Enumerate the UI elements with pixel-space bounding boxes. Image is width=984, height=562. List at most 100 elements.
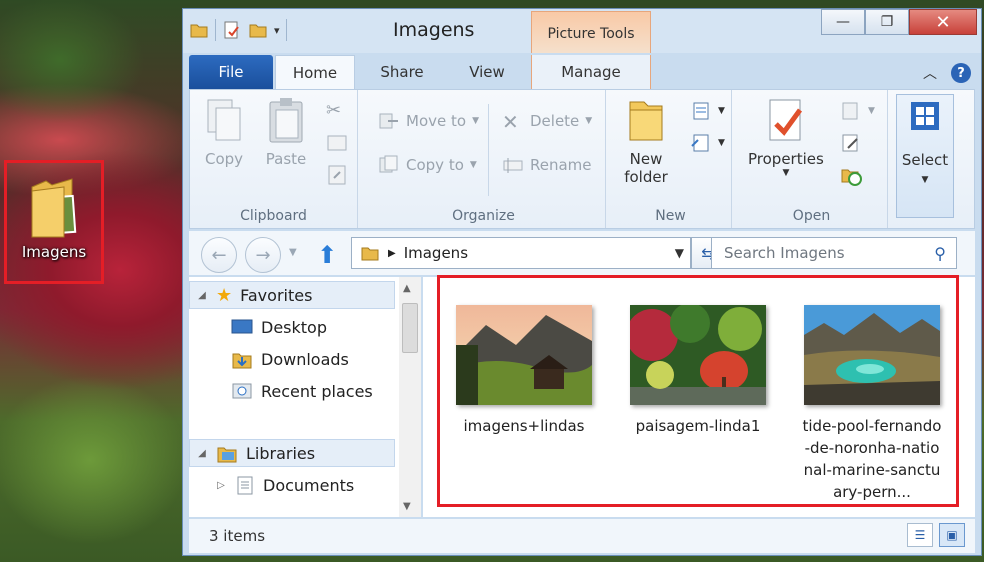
history-button[interactable]	[840, 164, 862, 186]
details-view-button[interactable]: ☰	[907, 523, 933, 547]
history-icon	[841, 169, 862, 186]
delete-button[interactable]: ✕ Delete ▼	[502, 110, 593, 134]
group-label-organize: Organize	[452, 208, 515, 224]
documents-icon	[237, 476, 253, 495]
nav-favorites[interactable]: ◢ ★ Favorites	[189, 281, 395, 309]
minimize-ribbon-chevron-icon[interactable]: ︿	[923, 63, 937, 83]
new-folder-button[interactable]: New folder	[624, 96, 668, 186]
desktop-folder-imagens[interactable]: Imagens	[4, 160, 104, 284]
copy-label: Copy	[204, 150, 244, 168]
large-icons-view-icon: ▣	[946, 528, 958, 542]
nav-desktop[interactable]: Desktop	[231, 313, 327, 341]
folder-icon[interactable]	[189, 20, 209, 40]
scroll-up-icon[interactable]: ▲	[403, 283, 411, 294]
rename-button[interactable]: Rename	[502, 154, 592, 176]
select-grid-icon	[911, 102, 939, 130]
tab-home[interactable]: Home	[275, 55, 355, 89]
address-dropdown-chevron-icon[interactable]: ▼	[675, 246, 684, 260]
collapse-triangle-icon[interactable]: ◢	[196, 290, 208, 301]
new-folder-label-line2: folder	[624, 168, 668, 186]
minimize-button[interactable]: —	[821, 9, 865, 35]
customize-toolbar-chevron-icon[interactable]: ▾	[274, 24, 280, 37]
nav-documents[interactable]: ▷ Documents	[215, 471, 354, 499]
tab-manage[interactable]: Manage	[531, 55, 651, 89]
properties-icon[interactable]	[222, 20, 242, 40]
nav-favorites-label: Favorites	[240, 285, 313, 305]
easy-access-button[interactable]: ▼	[690, 132, 725, 154]
desktop-icon	[231, 319, 253, 334]
paste-shortcut-button[interactable]	[326, 164, 348, 186]
move-to-label: Move to	[406, 112, 467, 130]
address-row: ← → ▼ ⬆ ▶ Imagens ▼ ⇆ Search Imagens ⚲	[189, 231, 975, 275]
scroll-thumb[interactable]	[402, 303, 418, 353]
item-count: 3 items	[209, 527, 266, 545]
highlight-box	[437, 275, 959, 507]
new-folder-label-line1: New	[629, 150, 663, 168]
expand-triangle-icon[interactable]: ▷	[215, 480, 227, 491]
tab-share[interactable]: Share	[369, 55, 435, 89]
collapse-triangle-icon[interactable]: ◢	[196, 448, 208, 459]
recent-locations-chevron-icon[interactable]: ▼	[289, 247, 297, 258]
star-icon: ★	[216, 284, 233, 306]
new-folder-icon[interactable]	[248, 20, 268, 40]
nav-desktop-label: Desktop	[261, 317, 327, 337]
search-icon[interactable]: ⚲	[934, 244, 946, 263]
nav-downloads[interactable]: Downloads	[231, 345, 349, 373]
delete-chevron-icon: ▼	[585, 116, 593, 126]
paste-label: Paste	[265, 150, 307, 168]
move-to-icon	[379, 113, 398, 129]
group-organize: Move to ▼ Copy to ▼ ✕ Delete ▼ Rename Organ…	[362, 90, 606, 228]
new-item-icon	[693, 102, 709, 120]
group-clipboard: Copy Paste ✂ Clipboard	[190, 90, 358, 228]
select-chevron-icon: ▼	[921, 175, 929, 185]
copy-to-button[interactable]: Copy to ▼	[378, 154, 477, 176]
group-label-new: New	[655, 208, 686, 224]
paste-button[interactable]: Paste	[264, 96, 308, 168]
new-folder-icon	[629, 101, 663, 141]
rename-label: Rename	[530, 156, 592, 174]
group-new: New folder ▼ ▼ New	[610, 90, 732, 228]
nav-libraries[interactable]: ◢ Libraries	[189, 439, 395, 467]
open-button[interactable]: ▼	[840, 100, 875, 122]
new-item-button[interactable]: ▼	[690, 100, 725, 122]
search-input[interactable]: Search Imagens ⚲	[711, 237, 957, 269]
group-label-clipboard: Clipboard	[240, 208, 307, 224]
title-bar[interactable]: ▾ Imagens Picture Tools — ❐ ✕	[183, 9, 981, 53]
search-placeholder: Search Imagens	[724, 244, 845, 262]
select-label: Select	[901, 151, 949, 169]
cut-button[interactable]: ✂	[326, 100, 348, 122]
maximize-button[interactable]: ❐	[865, 9, 909, 35]
address-bar[interactable]: ▶ Imagens ▼	[351, 237, 691, 269]
breadcrumb-separator-icon[interactable]: ▶	[388, 248, 396, 259]
properties-label: Properties	[748, 150, 824, 168]
breadcrumb-imagens[interactable]: Imagens	[404, 244, 468, 262]
ribbon-tabs: File Home Share View Manage ︿ ?	[189, 55, 975, 89]
libraries-icon	[217, 447, 237, 463]
tab-view[interactable]: View	[455, 55, 519, 89]
details-view-icon: ☰	[914, 528, 926, 542]
select-button[interactable]: Select ▼	[896, 94, 954, 218]
up-arrow-icon[interactable]: ⬆	[317, 241, 337, 269]
help-icon[interactable]: ?	[951, 63, 971, 83]
scroll-down-icon[interactable]: ▼	[403, 501, 411, 512]
large-icons-view-button[interactable]: ▣	[939, 523, 965, 547]
tab-file[interactable]: File	[189, 55, 273, 89]
close-button[interactable]: ✕	[909, 9, 977, 35]
move-to-button[interactable]: Move to ▼	[378, 110, 479, 132]
forward-button[interactable]: →	[245, 237, 281, 273]
ribbon-tab-controls: ︿ ?	[923, 63, 971, 83]
copy-path-button[interactable]	[326, 132, 348, 154]
edit-button[interactable]	[840, 132, 862, 154]
back-button[interactable]: ←	[201, 237, 237, 273]
navigation-pane: ◢ ★ Favorites Desktop Downloads Recent p…	[189, 277, 421, 517]
quick-access-toolbar: ▾	[189, 19, 287, 41]
nav-downloads-label: Downloads	[261, 349, 349, 369]
copy-to-icon	[379, 155, 398, 173]
copy-button[interactable]: Copy	[202, 96, 246, 168]
easy-access-chevron-icon: ▼	[718, 138, 725, 148]
nav-recent-places[interactable]: Recent places	[231, 377, 373, 405]
easy-access-icon	[691, 134, 709, 152]
properties-button[interactable]: Properties ▼	[748, 96, 824, 178]
picture-tools-context-label: Picture Tools	[531, 11, 651, 53]
nav-scrollbar[interactable]: ▲ ▼	[399, 277, 421, 517]
